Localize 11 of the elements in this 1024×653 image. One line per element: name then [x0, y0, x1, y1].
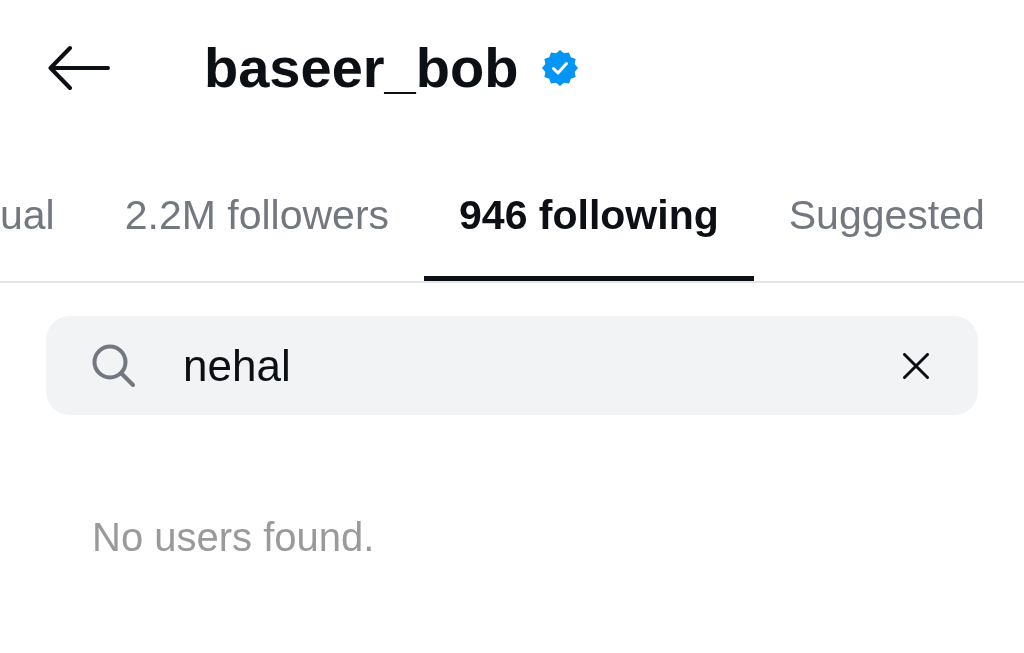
profile-username: baseer_bob [204, 36, 519, 100]
search-input[interactable]: nehal [183, 340, 879, 391]
empty-message: No users found. [92, 514, 375, 561]
tab[interactable]: Suggested [753, 176, 1020, 281]
clear-icon[interactable] [903, 352, 929, 379]
tab[interactable]: ual [0, 176, 90, 281]
search-icon [92, 344, 135, 387]
back-arrow-icon[interactable] [48, 45, 110, 91]
search-field[interactable]: nehal [46, 316, 978, 415]
tab[interactable]: 946 following [424, 176, 754, 281]
tab[interactable]: 2.2M followers [89, 176, 425, 281]
